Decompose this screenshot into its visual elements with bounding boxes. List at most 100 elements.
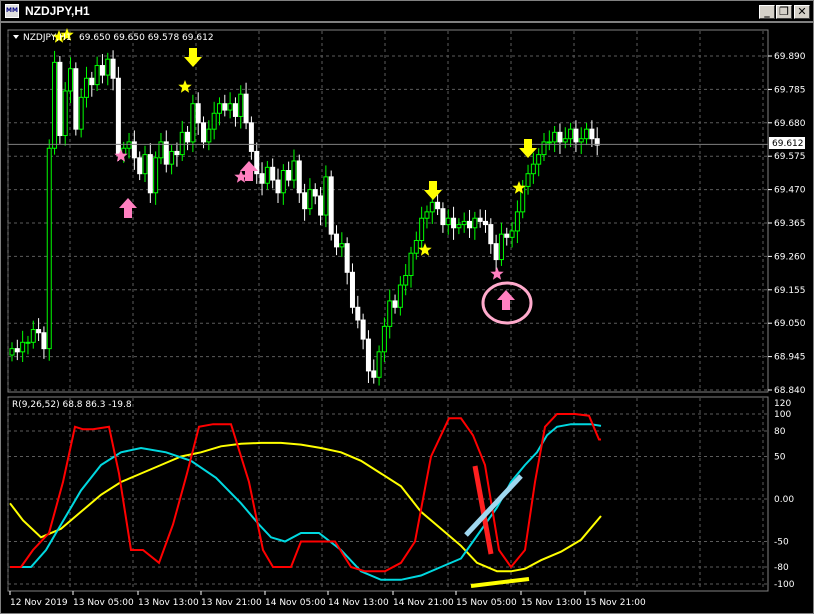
candle-body xyxy=(286,170,292,181)
indicator-label: R(9,26,52) 68.8 86.3 -19.8 xyxy=(12,400,132,410)
candle-body xyxy=(52,61,58,149)
restore-button[interactable]: ❐ xyxy=(776,5,792,19)
candle-body xyxy=(504,233,510,238)
chart-window-icon: MM xyxy=(5,4,19,18)
candle-body xyxy=(9,348,15,356)
candle-body xyxy=(14,348,20,353)
window-title: NZDJPY,H1 xyxy=(25,4,90,18)
candle-body xyxy=(68,68,74,92)
indicator-tick-label: 80 xyxy=(774,427,786,437)
candle-body xyxy=(275,179,281,194)
candle-body xyxy=(472,217,478,229)
candle-body xyxy=(498,233,504,261)
candle-body xyxy=(451,217,457,229)
current-price-label: 69.612 xyxy=(772,139,804,149)
indicator-tick-label: -80 xyxy=(774,563,789,573)
candle-body xyxy=(456,224,462,229)
time-tick-label: 14 Nov 21:00 xyxy=(393,598,454,608)
candle-body xyxy=(30,329,36,343)
chart-window[interactable]: 69.890 69.785 69.680 69.575 69.470 69.365 69.2… xyxy=(0,22,814,614)
candle-body xyxy=(440,208,446,226)
candle-body xyxy=(429,201,435,213)
price-tick-label: 68.840 xyxy=(774,386,806,396)
indicator-axis: 120100 80 50 0.00 -50 -80 -100 xyxy=(774,399,795,590)
time-tick-label: 14 Nov 13:00 xyxy=(328,598,389,608)
price-tick-label: 69.470 xyxy=(774,186,806,196)
candle-body xyxy=(216,103,222,114)
candle-body xyxy=(376,351,382,378)
window-titlebar[interactable]: MM NZDJPY,H1 _ ❐ ✕ xyxy=(0,0,814,22)
candle-body xyxy=(530,163,536,175)
candle-body xyxy=(163,141,169,165)
main-chart-frame xyxy=(7,29,769,393)
close-button[interactable]: ✕ xyxy=(794,5,810,19)
candle-body xyxy=(73,68,79,130)
candle-body xyxy=(115,77,121,156)
candle-body xyxy=(232,103,238,117)
candle-body xyxy=(318,195,324,216)
candle-body xyxy=(413,239,419,254)
annotation-line-blue xyxy=(464,474,523,537)
candle-body xyxy=(365,338,371,372)
price-tick-label: 68.945 xyxy=(774,353,806,363)
candle-body xyxy=(349,271,355,308)
indicator-tick-label: 50 xyxy=(774,453,786,463)
candle-body xyxy=(323,176,329,216)
candle-body xyxy=(105,58,111,76)
time-tick-label: 15 Nov 13:00 xyxy=(521,598,582,608)
chart-canvas[interactable]: 69.890 69.785 69.680 69.575 69.470 69.365 69.2… xyxy=(1,23,813,613)
indicator-lines xyxy=(9,413,602,581)
price-axis: 69.890 69.785 69.680 69.575 69.470 69.365 69.2… xyxy=(768,52,806,396)
candle-body xyxy=(174,150,180,156)
time-axis: 12 Nov 2019 13 Nov 05:00 13 Nov 13:00 13 No… xyxy=(9,591,646,608)
candle-body xyxy=(397,284,403,308)
candle-body xyxy=(344,243,350,273)
chart-menu-triangle-icon[interactable] xyxy=(13,35,19,39)
ohlc-label: 69.650 69.650 69.578 69.612 xyxy=(79,33,214,43)
sell-arrow-icon xyxy=(519,139,537,158)
candle-body xyxy=(387,300,393,327)
candle-body xyxy=(195,103,201,124)
indicator-tick-label: -50 xyxy=(774,538,789,548)
candle-body xyxy=(307,189,313,210)
candle-body xyxy=(227,103,233,111)
candle-body xyxy=(222,103,228,111)
minimize-button[interactable]: _ xyxy=(759,5,775,19)
time-tick-label: 15 Nov 21:00 xyxy=(585,598,646,608)
candle-body xyxy=(493,243,499,261)
price-tick-label: 69.890 xyxy=(774,52,806,62)
yellow-line xyxy=(9,441,602,573)
candle-body xyxy=(259,173,265,184)
candle-body xyxy=(514,211,520,232)
candle-body xyxy=(525,173,531,187)
price-tick-label: 69.050 xyxy=(774,319,806,329)
candle-body xyxy=(201,122,207,143)
candle-body xyxy=(339,243,345,248)
candle-body xyxy=(36,329,42,334)
candle-body xyxy=(211,112,217,130)
candle-body xyxy=(355,306,361,321)
buy-arrow-icon xyxy=(497,290,515,310)
candle-body xyxy=(153,157,159,194)
candle-body xyxy=(562,138,568,143)
candle-body xyxy=(541,141,547,156)
candle-body xyxy=(185,131,191,143)
candle-body xyxy=(584,128,590,140)
candle-body xyxy=(302,192,308,210)
candle-body xyxy=(41,332,47,350)
star-marker-icon xyxy=(178,80,192,93)
candle-body xyxy=(381,325,387,353)
candle-body xyxy=(25,341,31,344)
main-grid xyxy=(7,31,768,391)
candle-body xyxy=(78,96,84,130)
candle-body xyxy=(312,189,318,197)
candle-body xyxy=(509,230,515,238)
candle-body xyxy=(89,77,95,86)
annotation-line-yellow xyxy=(470,577,530,588)
price-tick-label: 69.260 xyxy=(774,252,806,262)
candle-body xyxy=(392,300,398,308)
candle-body xyxy=(62,90,68,137)
candle-body xyxy=(424,211,430,219)
candle-body xyxy=(270,166,276,181)
candle-body xyxy=(94,65,100,86)
